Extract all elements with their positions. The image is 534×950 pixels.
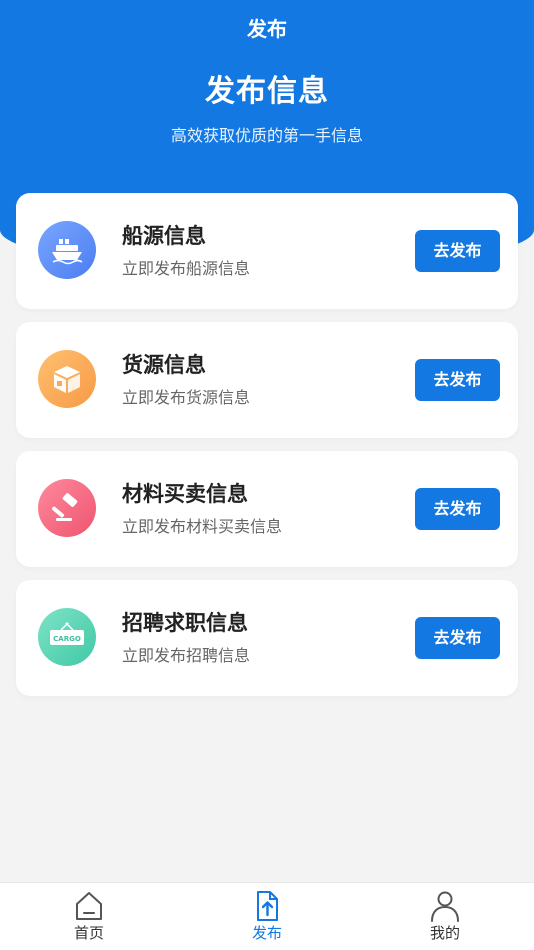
ship-icon xyxy=(38,221,96,279)
page-title: 发布信息 xyxy=(205,74,329,109)
tab-publish[interactable]: 发布 xyxy=(227,889,307,943)
nav-title: 发布 xyxy=(247,17,287,41)
card-description: 立即发布招聘信息 xyxy=(122,646,251,665)
card-jobs-info[interactable]: CARGO 招聘求职信息 立即发布招聘信息 去发布 xyxy=(16,580,518,696)
package-icon xyxy=(38,350,96,408)
publish-file-icon xyxy=(257,891,278,921)
card-description: 立即发布船源信息 xyxy=(122,259,251,278)
home-icon xyxy=(76,892,102,920)
tab-home-label: 首页 xyxy=(73,924,104,942)
tab-home[interactable]: 首页 xyxy=(49,889,129,943)
card-title: 材料买卖信息 xyxy=(122,482,248,506)
tab-profile-label: 我的 xyxy=(429,924,460,942)
bottom-tab-bar: 首页 发布 我的 xyxy=(0,882,534,950)
page-subtitle: 高效获取优质的第一手信息 xyxy=(170,126,363,145)
cargo-sign-text: CARGO xyxy=(53,635,81,643)
card-title: 船源信息 xyxy=(122,224,206,248)
card-ship-info[interactable]: 船源信息 立即发布船源信息 去发布 xyxy=(16,193,518,309)
card-cargo-info[interactable]: 货源信息 立即发布货源信息 去发布 xyxy=(16,322,518,438)
publish-cargo-button[interactable]: 去发布 xyxy=(415,359,500,401)
tab-publish-label: 发布 xyxy=(251,924,282,942)
card-title: 招聘求职信息 xyxy=(122,611,248,635)
cargo-sign-icon: CARGO xyxy=(38,608,96,666)
user-icon xyxy=(431,891,459,922)
card-materials-info[interactable]: 材料买卖信息 立即发布材料买卖信息 去发布 xyxy=(16,451,518,567)
tab-profile[interactable]: 我的 xyxy=(405,889,485,943)
card-description: 立即发布货源信息 xyxy=(122,388,251,407)
gavel-icon xyxy=(38,479,96,537)
publish-jobs-button[interactable]: 去发布 xyxy=(415,617,500,659)
publish-materials-button[interactable]: 去发布 xyxy=(415,488,500,530)
card-description: 立即发布材料买卖信息 xyxy=(122,517,283,536)
publish-ship-button[interactable]: 去发布 xyxy=(415,230,500,272)
card-title: 货源信息 xyxy=(122,353,206,377)
